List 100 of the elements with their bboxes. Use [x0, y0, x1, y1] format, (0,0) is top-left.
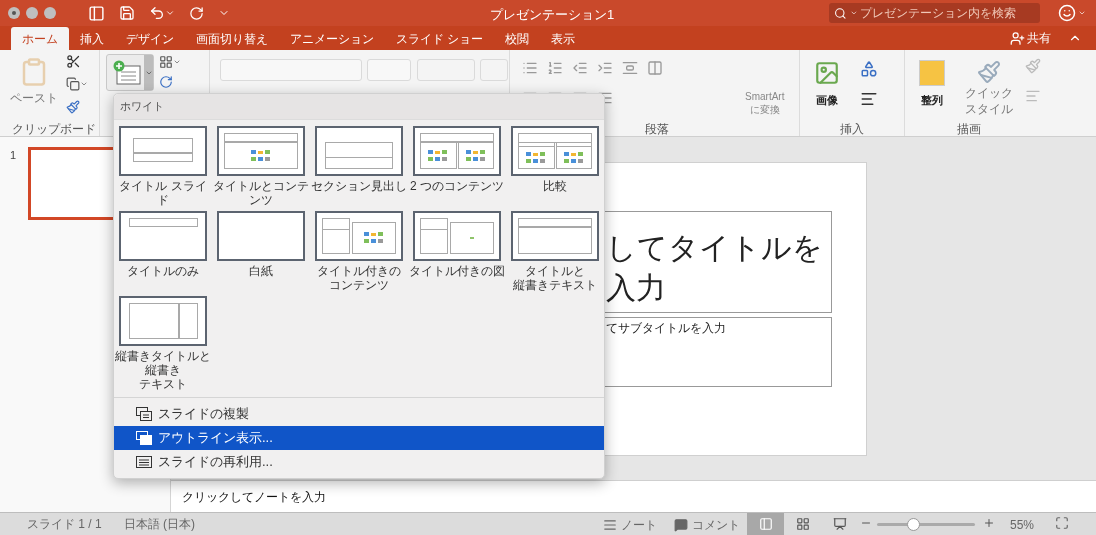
ribbon-tab[interactable]: デザイン: [115, 27, 185, 50]
caret-icon: [849, 9, 858, 17]
normal-view-icon: [758, 517, 773, 531]
content-icons-icon: [526, 151, 547, 164]
menu-section-title: ホワイト: [120, 99, 164, 115]
title-text: 入力: [606, 270, 667, 306]
language: 日本語 (日本): [123, 516, 195, 533]
ribbon-tab[interactable]: ホーム: [11, 27, 69, 50]
layout-thumbnail[interactable]: [413, 211, 501, 261]
save-icon[interactable]: [119, 5, 135, 21]
layout-thumbnail[interactable]: [119, 296, 207, 346]
content-icons-icon: [428, 149, 449, 162]
group-label: クリップボード: [12, 121, 96, 138]
smiley-icon[interactable]: [1058, 4, 1086, 22]
arrange-icon: [919, 60, 945, 86]
search-field[interactable]: プレゼンテーション内を検索: [829, 3, 1040, 23]
layout-thumbnail[interactable]: [217, 211, 305, 261]
increase-indent-icon[interactable]: [597, 60, 613, 76]
ribbon-tab[interactable]: 校閲: [494, 27, 541, 50]
scissors-icon[interactable]: [66, 54, 81, 69]
window-title: プレゼンテーション1: [490, 6, 615, 24]
layout-label: タイトル付きの図: [409, 264, 505, 278]
zoom-in-icon[interactable]: [983, 517, 995, 529]
comments-button[interactable]: コメント: [674, 516, 740, 534]
smartart-button[interactable]: SmartArt に変換: [745, 90, 785, 116]
slider-thumb[interactable]: [907, 518, 921, 531]
layout-thumbnail[interactable]: [217, 126, 305, 176]
title-text: してタイトルを: [606, 230, 824, 266]
quick-style-button[interactable]: クイック スタイル: [965, 60, 1013, 116]
picture-icon: [814, 60, 840, 86]
slide-count: スライド 1 / 1: [27, 516, 102, 533]
layout-label: タイトルと 縦書きテキスト: [512, 264, 598, 292]
share-button[interactable]: 共有: [1010, 29, 1051, 47]
decrease-indent-icon[interactable]: [572, 60, 588, 76]
notes-icon: [603, 518, 617, 532]
stacked-slides-icon: [136, 431, 152, 445]
layout-label: 白紙: [248, 264, 274, 278]
undo-icon[interactable]: [149, 5, 175, 21]
layout-label: タイトル付きの コンテンツ: [316, 264, 402, 292]
shapes-icon[interactable]: [860, 60, 878, 78]
layout-thumbnail[interactable]: [315, 126, 403, 176]
paintbrush-icon: [977, 60, 1001, 84]
sidebar-icon[interactable]: [88, 4, 105, 22]
zoom-button[interactable]: [44, 7, 56, 19]
layout-thumbnail[interactable]: [315, 211, 403, 261]
zoom-level: 55%: [1010, 517, 1035, 534]
menu-item[interactable]: アウトライン表示...: [114, 426, 604, 450]
layout-thumbnail[interactable]: [413, 126, 501, 176]
layout-label: タイトル スライド: [118, 179, 208, 207]
paste-button[interactable]: ペースト: [10, 57, 58, 107]
slides-list-icon: [136, 455, 152, 469]
group-label: 段落: [645, 121, 669, 138]
font-field[interactable]: [220, 59, 362, 81]
notes-field[interactable]: クリックしてノートを入力: [182, 487, 326, 506]
content-icons-icon: [364, 232, 384, 244]
layout-thumbnail[interactable]: [511, 211, 599, 261]
layout-label: 縦書きタイトルと縦書き テキスト: [115, 349, 211, 391]
minimize-button[interactable]: [26, 7, 38, 19]
columns-icon[interactable]: [647, 60, 663, 76]
content-icons-icon: [251, 149, 271, 162]
search-icon: [834, 6, 847, 20]
ribbon-tab[interactable]: スライド ショー: [385, 27, 495, 50]
notes-button[interactable]: ノート: [603, 516, 657, 534]
menu-item[interactable]: スライドの複製: [114, 402, 604, 426]
menu-item[interactable]: スライドの再利用...: [114, 450, 604, 474]
screen-icon: [832, 517, 847, 531]
ribbon-tab[interactable]: 画面切り替え: [185, 27, 279, 50]
bullets-icon[interactable]: [522, 60, 538, 76]
fit-icon[interactable]: [1055, 516, 1069, 530]
ribbon-tab[interactable]: 表示: [540, 27, 587, 50]
stacked-slides-icon: [136, 407, 152, 421]
group-label: 描画: [957, 121, 981, 138]
close-button[interactable]: [8, 7, 20, 19]
layout-label: 2 つのコンテンツ: [409, 179, 505, 193]
layout-icon[interactable]: [159, 55, 181, 69]
paintbrush-icon[interactable]: [66, 100, 80, 114]
new-slide-button[interactable]: [106, 54, 154, 91]
redo-icon[interactable]: [189, 5, 204, 21]
grid-icon: [795, 517, 810, 531]
layout-thumbnail[interactable]: [511, 126, 599, 176]
numbering-icon[interactable]: [547, 60, 563, 76]
copy-icon[interactable]: [66, 77, 88, 91]
layout-label: タイトルのみ: [126, 264, 200, 278]
picture-button[interactable]: 画像: [814, 60, 840, 109]
ribbon-tab[interactable]: 挿入: [69, 27, 115, 50]
layout-label: 比較: [542, 179, 568, 193]
content-icons-icon: [465, 149, 486, 162]
layout-thumbnail[interactable]: [119, 126, 207, 176]
comment-icon: [674, 518, 688, 532]
layout-label: セクション見出し: [311, 179, 407, 193]
arrange-button[interactable]: 整列: [919, 60, 945, 109]
ribbon-tab[interactable]: アニメーション: [279, 27, 385, 50]
add-person-icon: [1010, 30, 1025, 46]
reset-icon[interactable]: [159, 75, 173, 89]
layout-label: タイトルとコンテンツ: [213, 179, 309, 207]
layout-thumbnail[interactable]: [119, 211, 207, 261]
group-label: 挿入: [840, 121, 864, 138]
slide-number: 1: [10, 148, 17, 163]
subtitle-text: てサブタイトルを入力: [606, 321, 726, 335]
size-field[interactable]: [367, 59, 411, 81]
